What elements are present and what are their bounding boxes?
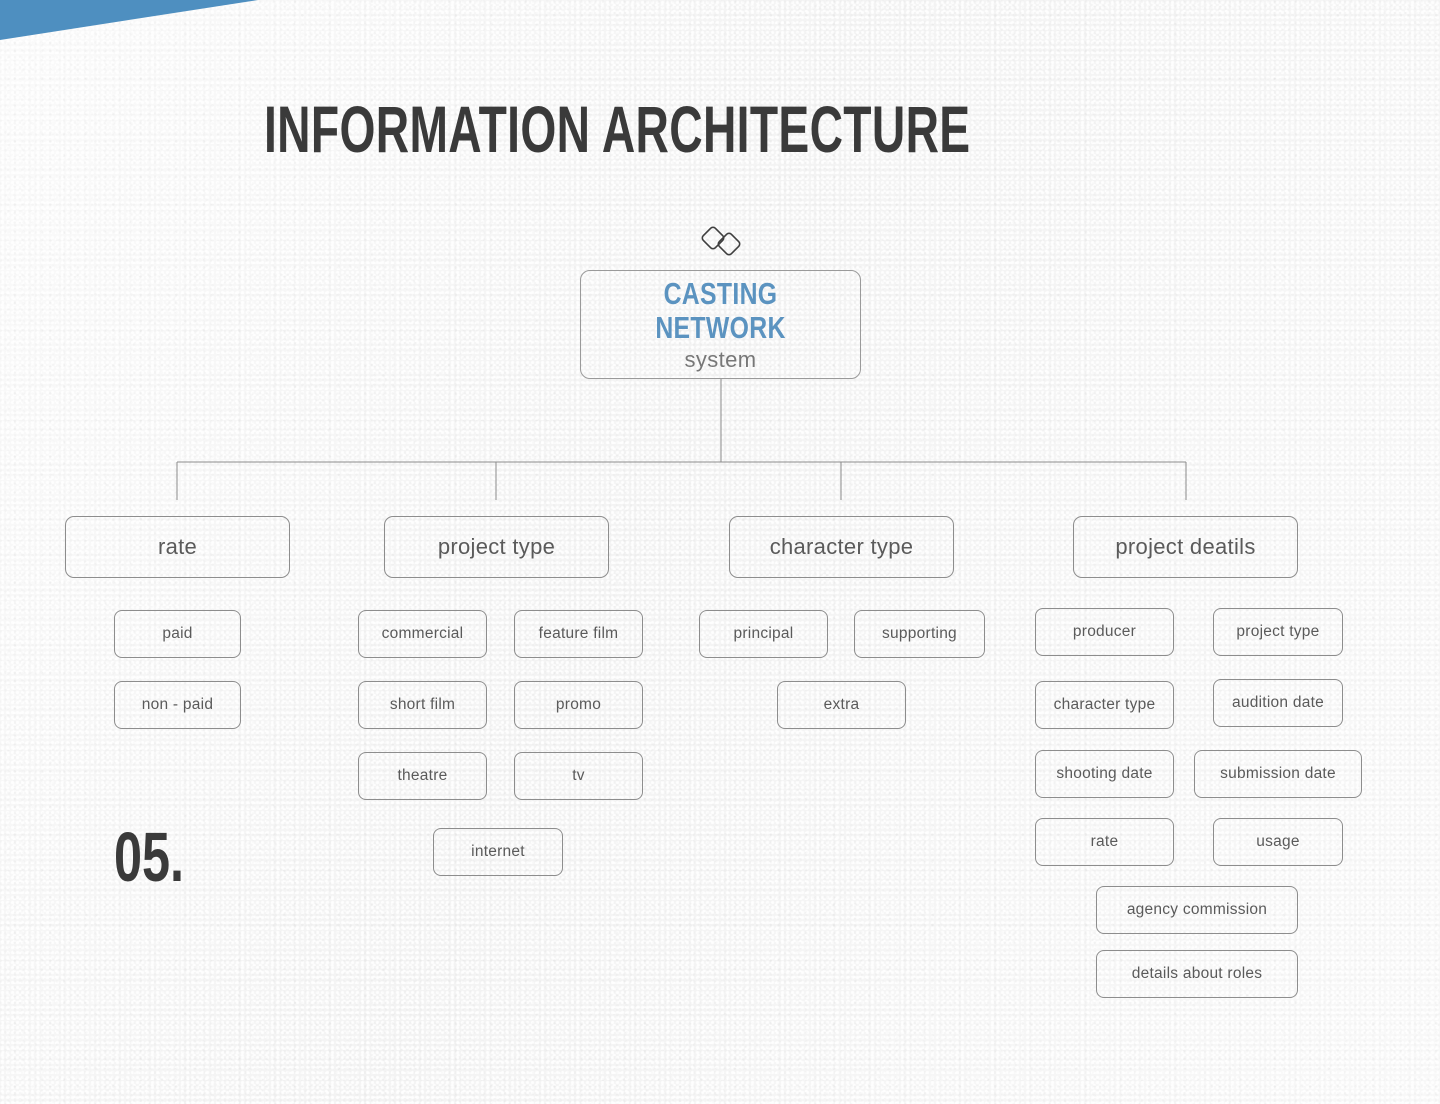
leaf-label: details about roles bbox=[1131, 965, 1263, 982]
leaf-label: agency commission bbox=[1126, 901, 1268, 918]
leaf-label: non - paid bbox=[141, 696, 214, 713]
leaf-node-non-paid[interactable]: non - paid bbox=[114, 681, 241, 729]
leaf-node-tv[interactable]: tv bbox=[514, 752, 643, 800]
leaf-node-project-type[interactable]: project type bbox=[1213, 608, 1343, 656]
leaf-label: feature film bbox=[538, 625, 619, 642]
leaf-label: short film bbox=[389, 696, 456, 713]
leaf-label: character type bbox=[1053, 696, 1156, 713]
leaf-label: shooting date bbox=[1056, 765, 1153, 782]
leaf-node-submission-date[interactable]: submission date bbox=[1194, 750, 1362, 798]
leaf-label: extra bbox=[823, 696, 860, 713]
leaf-label: paid bbox=[162, 625, 193, 642]
branch-label: character type bbox=[769, 534, 914, 559]
slide-canvas: INFORMATION ARCHITECTURE CASTING NETWORK… bbox=[0, 0, 1440, 1104]
leaf-node-audition-date[interactable]: audition date bbox=[1213, 679, 1343, 727]
branch-node-rate[interactable]: rate bbox=[65, 516, 290, 578]
leaf-node-producer[interactable]: producer bbox=[1035, 608, 1174, 656]
leaf-node-agency-commission[interactable]: agency commission bbox=[1096, 886, 1298, 934]
branch-node-character-type[interactable]: character type bbox=[729, 516, 954, 578]
leaf-label: theatre bbox=[397, 767, 448, 784]
leaf-node-character-type[interactable]: character type bbox=[1035, 681, 1174, 729]
page-title: INFORMATION ARCHITECTURE bbox=[264, 92, 971, 166]
leaf-node-supporting[interactable]: supporting bbox=[854, 610, 985, 658]
leaf-node-extra[interactable]: extra bbox=[777, 681, 906, 729]
leaf-node-commercial[interactable]: commercial bbox=[358, 610, 487, 658]
leaf-node-rate[interactable]: rate bbox=[1035, 818, 1174, 866]
leaf-label: principal bbox=[733, 625, 794, 642]
leaf-label: internet bbox=[471, 843, 525, 860]
branch-node-project-details[interactable]: project deatils bbox=[1073, 516, 1298, 578]
branch-label: project deatils bbox=[1115, 534, 1256, 559]
leaf-node-shooting-date[interactable]: shooting date bbox=[1035, 750, 1174, 798]
root-node-subtitle: system bbox=[684, 346, 757, 372]
double-diamond-icon bbox=[701, 226, 741, 256]
leaf-label: promo bbox=[555, 696, 602, 713]
leaf-node-usage[interactable]: usage bbox=[1213, 818, 1343, 866]
leaf-label: producer bbox=[1072, 623, 1137, 640]
leaf-node-feature-film[interactable]: feature film bbox=[514, 610, 643, 658]
leaf-label: submission date bbox=[1220, 765, 1336, 782]
branch-label: rate bbox=[157, 534, 198, 559]
branch-label: project type bbox=[437, 534, 556, 559]
root-node-casting-network[interactable]: CASTING NETWORK system bbox=[580, 270, 861, 379]
leaf-label: usage bbox=[1256, 833, 1300, 850]
root-node-title: CASTING NETWORK bbox=[655, 275, 786, 345]
branch-node-project-type[interactable]: project type bbox=[384, 516, 609, 578]
leaf-node-principal[interactable]: principal bbox=[699, 610, 828, 658]
leaf-node-internet[interactable]: internet bbox=[433, 828, 563, 876]
leaf-node-paid[interactable]: paid bbox=[114, 610, 241, 658]
leaf-label: audition date bbox=[1231, 694, 1325, 711]
leaf-label: tv bbox=[572, 767, 585, 784]
leaf-label: commercial bbox=[381, 625, 464, 642]
leaf-label: rate bbox=[1090, 833, 1119, 850]
leaf-label: supporting bbox=[882, 625, 957, 642]
leaf-node-details-about-roles[interactable]: details about roles bbox=[1096, 950, 1298, 998]
leaf-node-short-film[interactable]: short film bbox=[358, 681, 487, 729]
leaf-node-theatre[interactable]: theatre bbox=[358, 752, 487, 800]
slide-number: 05. bbox=[114, 818, 185, 896]
leaf-label: project type bbox=[1236, 623, 1320, 640]
leaf-node-promo[interactable]: promo bbox=[514, 681, 643, 729]
